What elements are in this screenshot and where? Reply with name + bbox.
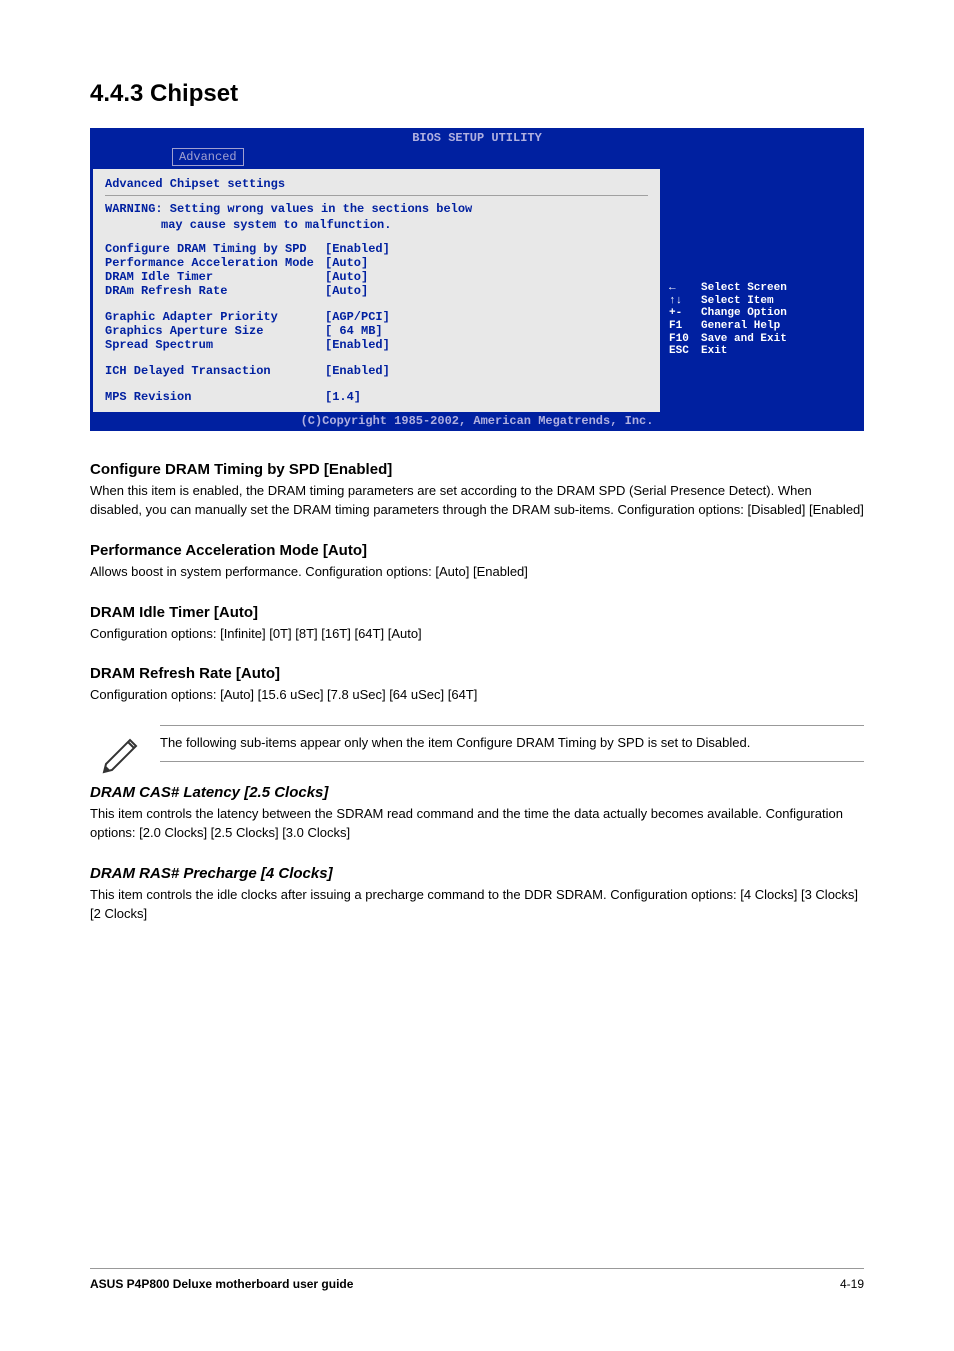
bios-help-row: ESC Exit	[669, 345, 853, 358]
bios-setting-value: [Enabled]	[325, 242, 648, 256]
bios-setting-row[interactable]: Performance Acceleration Mode [Auto]	[105, 256, 648, 270]
bios-setting-row[interactable]: DRAM Idle Timer [Auto]	[105, 270, 648, 284]
bios-setting-label: DRAM Idle Timer	[105, 270, 325, 284]
bios-setting-value: [Enabled]	[325, 338, 648, 352]
bios-setting-row[interactable]: ICH Delayed Transaction [Enabled]	[105, 364, 648, 378]
bios-setting-row[interactable]: Graphics Aperture Size [ 64 MB]	[105, 324, 648, 338]
bios-help-key: ESC	[669, 345, 701, 358]
bios-setting-value: [Auto]	[325, 256, 648, 270]
bios-setting-row[interactable]: MPS Revision [1.4]	[105, 390, 648, 404]
bios-warning-line1: WARNING: Setting wrong values in the sec…	[105, 202, 648, 216]
bios-help-text: General Help	[701, 320, 780, 333]
doc-section-title: Configure DRAM Timing by SPD [Enabled]	[90, 461, 864, 478]
bios-copyright: (C)Copyright 1985-2002, American Megatre…	[92, 413, 862, 429]
bios-setting-label: ICH Delayed Transaction	[105, 364, 325, 378]
bios-setting-value: [Auto]	[325, 270, 648, 284]
footer-product: ASUS P4P800 Deluxe motherboard user guid…	[90, 1277, 353, 1291]
bios-setting-label: Configure DRAM Timing by SPD	[105, 242, 325, 256]
bios-setting-row[interactable]: DRAm Refresh Rate [Auto]	[105, 284, 648, 298]
bios-setting-value: [Enabled]	[325, 364, 648, 378]
bios-setting-label: Graphic Adapter Priority	[105, 310, 325, 324]
bios-help-text: Change Option	[701, 307, 787, 320]
bios-tab-row: Advanced	[92, 146, 862, 168]
bios-title: BIOS SETUP UTILITY	[92, 130, 862, 146]
bios-screenshot: BIOS SETUP UTILITY Advanced Advanced Chi…	[90, 128, 864, 431]
doc-section-text: This item controls the latency between t…	[90, 805, 864, 843]
doc-section-text: Configuration options: [Infinite] [0T] […	[90, 625, 864, 644]
bios-help-key: ←	[669, 282, 701, 295]
doc-section-text: Configuration options: [Auto] [15.6 uSec…	[90, 686, 864, 705]
doc-section-title: DRAM Idle Timer [Auto]	[90, 604, 864, 621]
bios-tab-advanced[interactable]: Advanced	[172, 148, 244, 166]
bios-help-text: Exit	[701, 345, 727, 358]
bios-setting-label: Spread Spectrum	[105, 338, 325, 352]
bios-setting-label: DRAm Refresh Rate	[105, 284, 325, 298]
doc-section-text: This item controls the idle clocks after…	[90, 886, 864, 924]
doc-section-title: Performance Acceleration Mode [Auto]	[90, 542, 864, 559]
bios-setting-value: [1.4]	[325, 390, 648, 404]
bios-help-key: ↑↓	[669, 295, 701, 308]
doc-section-title: DRAM RAS# Precharge [4 Clocks]	[90, 865, 864, 882]
bios-help-key: +-	[669, 307, 701, 320]
bios-setting-label: Graphics Aperture Size	[105, 324, 325, 338]
bios-left-panel: Advanced Chipset settings WARNING: Setti…	[93, 169, 661, 412]
doc-section-text: When this item is enabled, the DRAM timi…	[90, 482, 864, 520]
bios-help-key: F10	[669, 333, 701, 346]
bios-help-row: F1 General Help	[669, 320, 853, 333]
bios-setting-value: [AGP/PCI]	[325, 310, 648, 324]
bios-section-title: Advanced Chipset settings	[105, 177, 648, 191]
bios-setting-row[interactable]: Configure DRAM Timing by SPD [Enabled]	[105, 242, 648, 256]
bios-help-text: Select Item	[701, 295, 774, 308]
page-footer: ASUS P4P800 Deluxe motherboard user guid…	[90, 1268, 864, 1291]
bios-setting-label: Performance Acceleration Mode	[105, 256, 325, 270]
doc-section-title: DRAM Refresh Rate [Auto]	[90, 665, 864, 682]
doc-section-text: Allows boost in system performance. Conf…	[90, 563, 864, 582]
bios-setting-row[interactable]: Spread Spectrum [Enabled]	[105, 338, 648, 352]
footer-page-number: 4-19	[840, 1277, 864, 1291]
bios-setting-label: MPS Revision	[105, 390, 325, 404]
bios-help-row: ← Select Screen	[669, 282, 853, 295]
note-text: The following sub-items appear only when…	[160, 734, 864, 753]
bios-help-panel: ← Select Screen ↑↓ Select Item +- Change…	[661, 169, 861, 412]
bios-setting-row[interactable]: Graphic Adapter Priority [AGP/PCI]	[105, 310, 648, 324]
note-icon	[100, 730, 144, 779]
doc-section-title: DRAM CAS# Latency [2.5 Clocks]	[90, 784, 864, 801]
bios-setting-value: [ 64 MB]	[325, 324, 648, 338]
bios-setting-value: [Auto]	[325, 284, 648, 298]
bios-warning-line2: may cause system to malfunction.	[105, 218, 648, 232]
bios-help-key: F1	[669, 320, 701, 333]
bios-help-text: Save and Exit	[701, 333, 787, 346]
bios-help-row: +- Change Option	[669, 307, 853, 320]
bios-help-row: F10 Save and Exit	[669, 333, 853, 346]
bios-help-row: ↑↓ Select Item	[669, 295, 853, 308]
note-box: The following sub-items appear only when…	[160, 725, 864, 762]
section-heading: 4.4.3 Chipset	[90, 80, 864, 108]
bios-help-text: Select Screen	[701, 282, 787, 295]
